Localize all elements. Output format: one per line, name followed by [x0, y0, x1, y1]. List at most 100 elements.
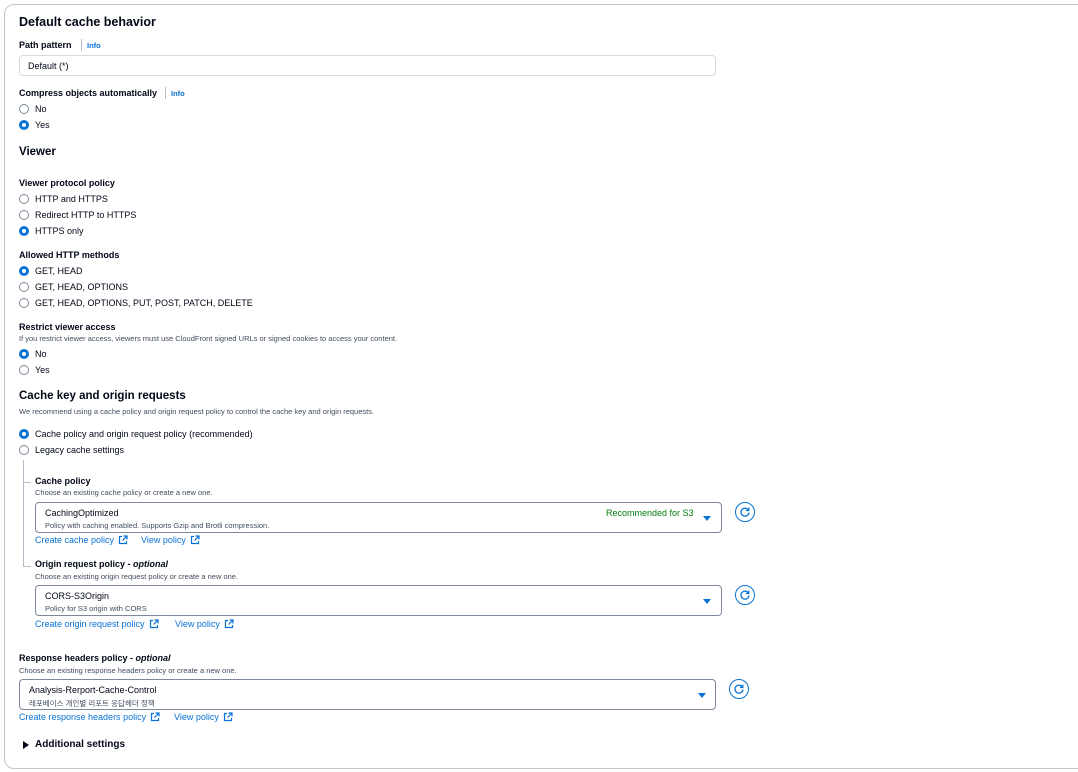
methods-radio-get-head[interactable]: GET, HEAD — [19, 265, 83, 277]
response-headers-description: Choose an existing response headers poli… — [19, 666, 237, 675]
section-title-viewer: Viewer — [19, 146, 56, 158]
view-origin-policy-link[interactable]: View policy — [175, 619, 234, 629]
protocol-radio-https-only[interactable]: HTTPS only — [19, 225, 84, 237]
radio-circle — [19, 194, 29, 204]
refresh-icon[interactable] — [735, 502, 755, 522]
tree-connector — [23, 566, 31, 567]
origin-request-policy-description: Choose an existing origin request policy… — [35, 572, 239, 581]
response-headers-selected-title: Analysis-Rerport-Cache-Control — [29, 685, 157, 695]
radio-label: No — [35, 349, 47, 359]
radio-label: Redirect HTTP to HTTPS — [35, 210, 137, 220]
cache-key-description: We recommend using a cache policy and or… — [19, 407, 375, 416]
origin-policy-selected-title: CORS-S3Origin — [45, 591, 110, 601]
compress-radio-no[interactable]: No — [19, 103, 47, 115]
refresh-icon[interactable] — [729, 679, 749, 699]
viewer-protocol-label: Viewer protocol policy — [19, 178, 115, 188]
compress-radio-yes[interactable]: Yes — [19, 119, 50, 131]
default-cache-behavior-panel: Default cache behavior Path pattern Info… — [4, 4, 1078, 769]
link-label: View policy — [175, 619, 220, 629]
radio-label: No — [35, 104, 47, 114]
create-response-headers-policy-link[interactable]: Create response headers policy — [19, 712, 160, 722]
radio-circle — [19, 210, 29, 220]
optional-text: optional — [135, 653, 171, 663]
radio-label: Legacy cache settings — [35, 445, 125, 455]
path-pattern-input[interactable]: Default (*) — [19, 55, 716, 76]
radio-label: Yes — [35, 365, 50, 375]
restrict-viewer-label: Restrict viewer access — [19, 322, 116, 332]
cache-key-radio-legacy[interactable]: Legacy cache settings — [19, 444, 124, 456]
external-link-icon — [190, 535, 200, 545]
compress-info-link[interactable]: Info — [171, 89, 185, 98]
radio-circle-checked — [19, 349, 29, 359]
additional-settings-expander[interactable]: Additional settings — [23, 739, 125, 750]
caret-down-icon — [698, 693, 706, 698]
cache-policy-label: Cache policy — [35, 476, 91, 486]
radio-label: GET, HEAD, OPTIONS — [35, 282, 129, 292]
radio-label: Cache policy and origin request policy (… — [35, 429, 253, 439]
additional-settings-label: Additional settings — [35, 739, 125, 750]
methods-radio-all[interactable]: GET, HEAD, OPTIONS, PUT, POST, PATCH, DE… — [19, 297, 253, 309]
radio-circle — [19, 282, 29, 292]
link-label: Create cache policy — [35, 535, 115, 545]
restrict-radio-yes[interactable]: Yes — [19, 364, 50, 376]
create-cache-policy-link[interactable]: Create cache policy — [35, 535, 128, 545]
label-text: Origin request policy - — [35, 559, 134, 569]
cache-policy-description: Choose an existing cache policy or creat… — [35, 488, 213, 497]
tree-connector — [23, 482, 31, 483]
link-label: View policy — [141, 535, 186, 545]
cache-policy-selected-title: CachingOptimized — [45, 508, 119, 518]
path-pattern-info-link[interactable]: Info — [87, 41, 101, 50]
methods-radio-get-head-options[interactable]: GET, HEAD, OPTIONS — [19, 281, 128, 293]
radio-circle-checked — [19, 429, 29, 439]
path-pattern-label: Path pattern — [19, 40, 72, 50]
cache-policy-selected-desc: Policy with caching enabled. Supports Gz… — [45, 521, 270, 530]
restrict-radio-no[interactable]: No — [19, 348, 47, 360]
radio-circle-checked — [19, 120, 29, 130]
cache-key-radio-recommended[interactable]: Cache policy and origin request policy (… — [19, 428, 253, 440]
external-link-icon — [150, 712, 160, 722]
restrict-viewer-description: If you restrict viewer access, viewers m… — [19, 334, 398, 343]
external-link-icon — [223, 712, 233, 722]
external-link-icon — [118, 535, 128, 545]
protocol-radio-redirect[interactable]: Redirect HTTP to HTTPS — [19, 209, 136, 221]
section-title-default-cache: Default cache behavior — [19, 15, 156, 29]
refresh-icon[interactable] — [735, 585, 755, 605]
radio-label: HTTP and HTTPS — [35, 194, 108, 204]
view-cache-policy-link[interactable]: View policy — [141, 535, 200, 545]
radio-circle — [19, 365, 29, 375]
info-separator — [81, 39, 82, 51]
radio-label: GET, HEAD, OPTIONS, PUT, POST, PATCH, DE… — [35, 298, 253, 308]
label-text: Response headers policy - — [19, 653, 136, 663]
external-link-icon — [224, 619, 234, 629]
triangle-right-icon — [23, 740, 29, 749]
origin-request-policy-label: Origin request policy - optional — [35, 559, 168, 569]
caret-down-icon — [703, 599, 711, 604]
link-label: Create response headers policy — [19, 712, 147, 722]
external-link-icon — [149, 619, 159, 629]
origin-policy-selected-desc: Policy for S3 origin with CORS — [45, 604, 147, 613]
optional-text: optional — [133, 559, 169, 569]
cache-policy-select[interactable]: CachingOptimized Policy with caching ena… — [35, 502, 722, 533]
caret-down-icon — [703, 516, 711, 521]
radio-label: Yes — [35, 120, 50, 130]
tree-connector — [23, 460, 24, 567]
radio-label: GET, HEAD — [35, 266, 83, 276]
radio-circle-checked — [19, 226, 29, 236]
origin-request-policy-select[interactable]: CORS-S3Origin Policy for S3 origin with … — [35, 585, 722, 616]
link-label: Create origin request policy — [35, 619, 145, 629]
radio-circle-checked — [19, 266, 29, 276]
radio-label: HTTPS only — [35, 226, 84, 236]
compress-label: Compress objects automatically — [19, 88, 158, 98]
view-response-headers-policy-link[interactable]: View policy — [174, 712, 233, 722]
path-pattern-value: Default (*) — [28, 61, 69, 71]
create-origin-request-policy-link[interactable]: Create origin request policy — [35, 619, 159, 629]
response-headers-policy-select[interactable]: Analysis-Rerport-Cache-Control 레포베이스 개인별… — [19, 679, 716, 710]
info-separator — [165, 87, 166, 99]
protocol-radio-http-https[interactable]: HTTP and HTTPS — [19, 193, 108, 205]
link-label: View policy — [174, 712, 219, 722]
response-headers-policy-label: Response headers policy - optional — [19, 653, 171, 663]
response-headers-selected-desc: 레포베이스 개인별 리포트 응답헤더 정책 — [29, 699, 155, 708]
radio-circle — [19, 298, 29, 308]
radio-circle — [19, 445, 29, 455]
radio-circle — [19, 104, 29, 114]
